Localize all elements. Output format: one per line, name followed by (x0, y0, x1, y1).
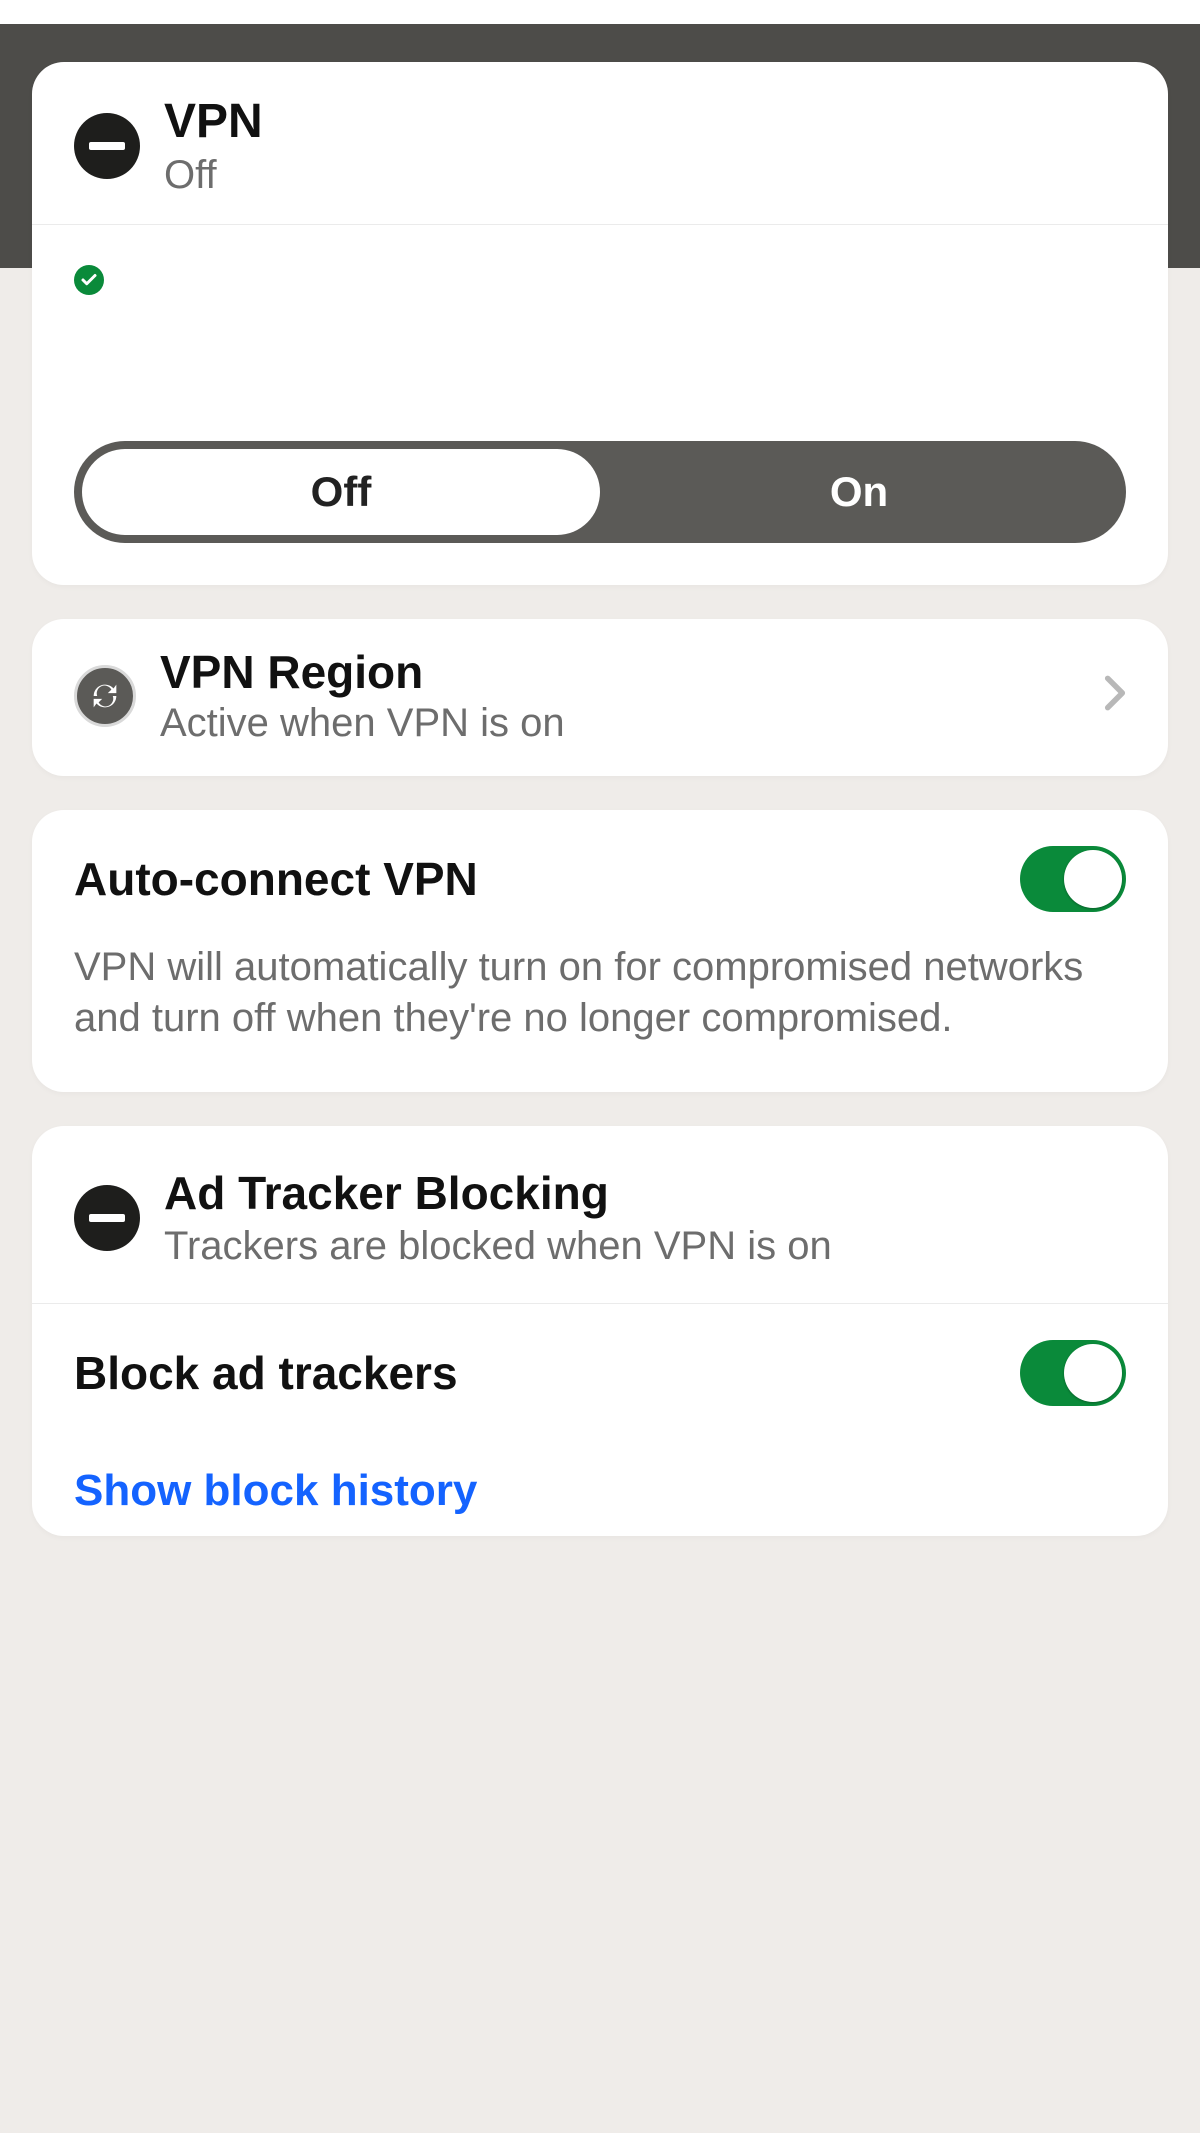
vpn-toggle-off[interactable]: Off (82, 449, 600, 535)
vpn-toggle-on[interactable]: On (600, 449, 1118, 535)
vpn-status: Off (164, 153, 263, 198)
show-block-history-link[interactable]: Show block history (74, 1466, 477, 1516)
chevron-right-icon (1104, 674, 1126, 717)
autoconnect-description: VPN will automatically turn on for compr… (74, 942, 1126, 1044)
vpn-toggle[interactable]: Off On (74, 441, 1126, 543)
block-adtrackers-switch[interactable] (1020, 1340, 1126, 1406)
refresh-icon (74, 665, 136, 727)
autoconnect-title: Auto-connect VPN (74, 852, 478, 906)
vpn-title: VPN (164, 94, 263, 149)
adtracker-card: Ad Tracker Blocking Trackers are blocked… (32, 1126, 1168, 1536)
autoconnect-switch[interactable] (1020, 846, 1126, 912)
vpn-card: VPN Off Off On (32, 62, 1168, 585)
minus-icon (74, 1185, 140, 1251)
minus-icon (74, 113, 140, 179)
check-icon (74, 265, 104, 295)
vpn-region-title: VPN Region (160, 645, 565, 699)
vpn-card-header: VPN Off (32, 62, 1168, 225)
vpn-region-row[interactable]: VPN Region Active when VPN is on (32, 619, 1168, 776)
vpn-region-subtitle: Active when VPN is on (160, 701, 565, 746)
adtracker-title: Ad Tracker Blocking (164, 1166, 832, 1220)
autoconnect-card: Auto-connect VPN VPN will automatically … (32, 810, 1168, 1092)
block-adtrackers-title: Block ad trackers (74, 1346, 458, 1400)
adtracker-subtitle: Trackers are blocked when VPN is on (164, 1224, 832, 1269)
